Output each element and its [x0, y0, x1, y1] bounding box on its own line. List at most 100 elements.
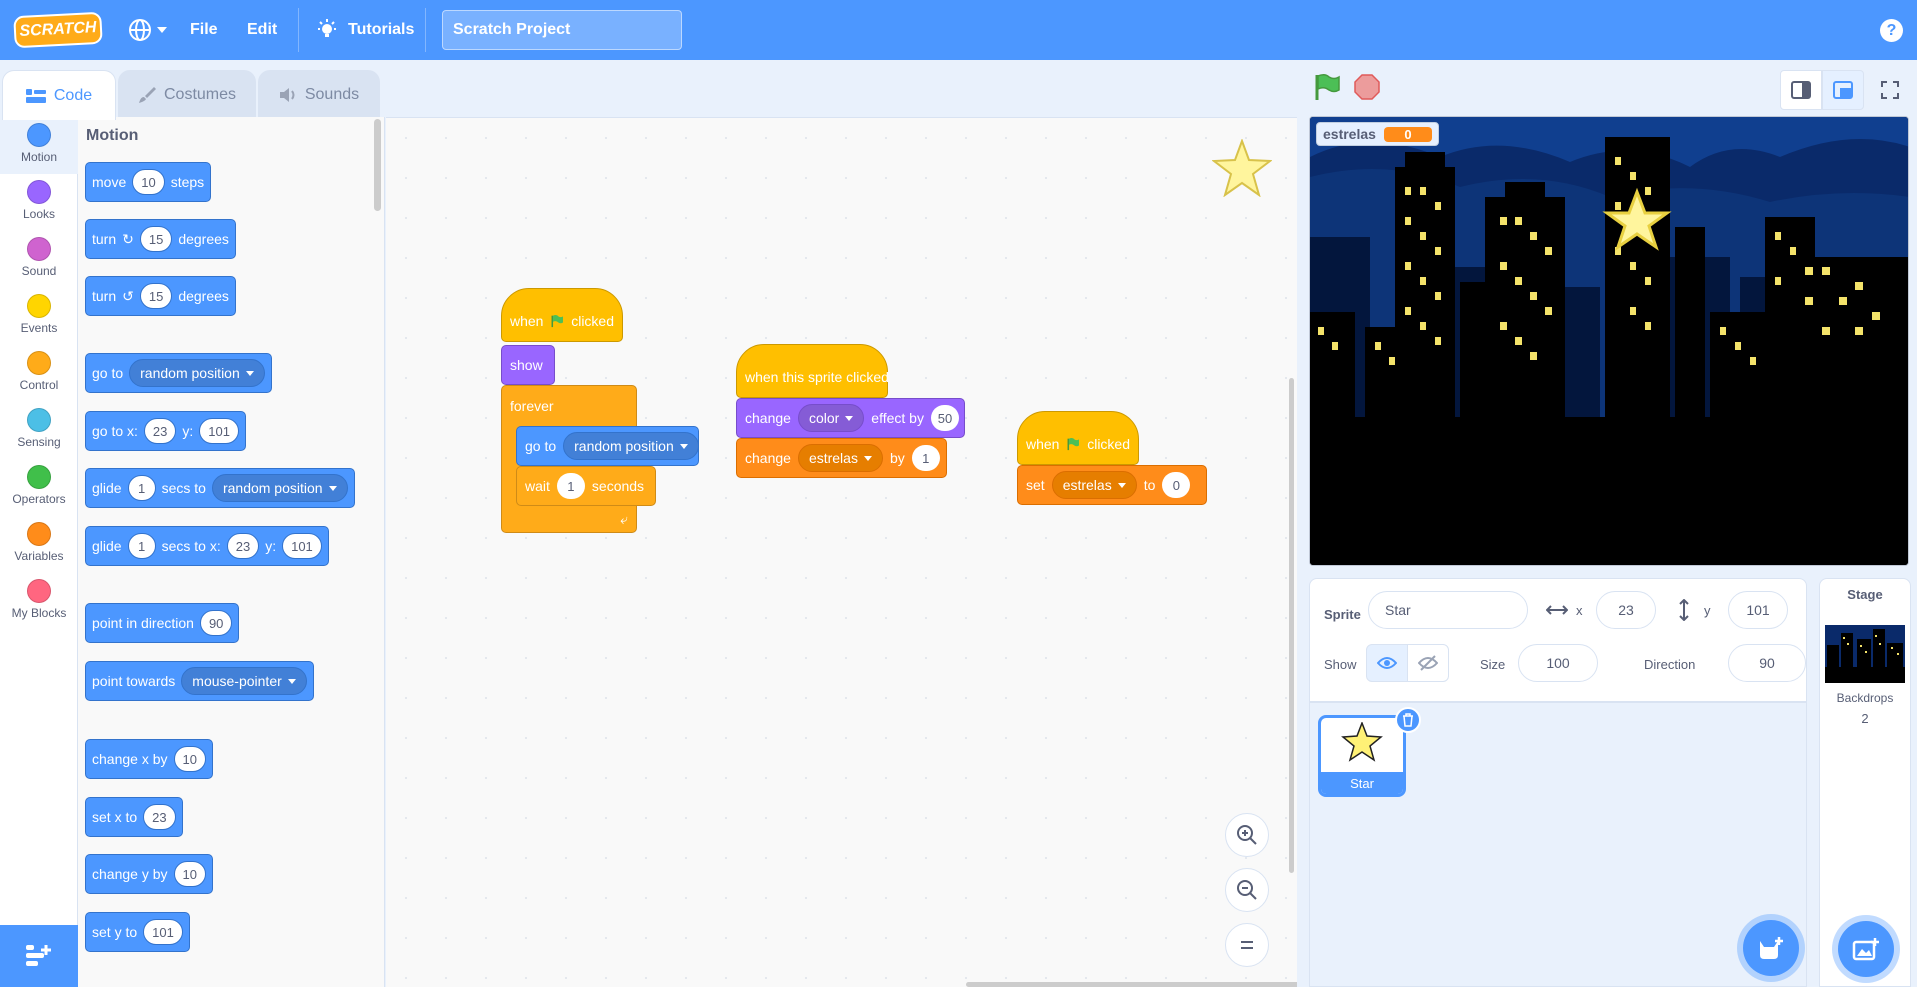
edit-menu[interactable]: Edit — [247, 0, 277, 60]
steps-input[interactable]: 10 — [132, 169, 165, 195]
y-input[interactable]: 101 — [1728, 591, 1788, 629]
change-y-block[interactable]: change y by 10 — [85, 854, 213, 894]
dropdown-label: estrelas — [808, 450, 858, 466]
when-flag-clicked-hat[interactable]: when clicked — [501, 288, 623, 342]
tab-costumes[interactable]: Costumes — [118, 70, 256, 118]
show-visible-button[interactable] — [1366, 644, 1408, 682]
variable-dropdown[interactable]: estrelas — [797, 444, 883, 472]
size-input[interactable]: 100 — [1518, 644, 1598, 682]
category-control[interactable]: Control — [0, 345, 78, 402]
help-button[interactable]: ? — [1880, 19, 1903, 42]
category-operators[interactable]: Operators — [0, 459, 78, 516]
go-to-xy-block[interactable]: go to x: 23 y: 101 — [85, 411, 246, 451]
target-dropdown[interactable]: mouse-pointer — [181, 667, 307, 695]
change-variable-block[interactable]: change estrelas by 1 — [736, 438, 947, 478]
value-input[interactable]: 101 — [143, 919, 183, 945]
variable-dropdown[interactable]: estrelas — [1051, 471, 1137, 499]
when-flag-clicked-hat[interactable]: when clicked — [1017, 411, 1139, 465]
tab-sounds[interactable]: Sounds — [258, 70, 380, 118]
y-input[interactable]: 101 — [199, 418, 239, 444]
move-block[interactable]: move 10 steps — [85, 162, 212, 202]
block-text: by — [889, 450, 905, 466]
point-towards-block[interactable]: point towards mouse-pointer — [85, 661, 314, 701]
category-variables[interactable]: Variables — [0, 516, 78, 573]
zoom-in-button[interactable] — [1225, 813, 1269, 857]
set-y-block[interactable]: set y to 101 — [85, 912, 190, 952]
chevron-down-icon — [157, 27, 167, 33]
seconds-input[interactable]: 1 — [556, 473, 585, 499]
large-stage-button[interactable] — [1822, 70, 1864, 110]
category-sound[interactable]: Sound — [0, 231, 78, 288]
scratch-logo[interactable]: SCRATCH — [13, 11, 103, 49]
variable-monitor[interactable]: estrelas 0 — [1316, 122, 1439, 146]
choose-sprite-button[interactable] — [1743, 920, 1799, 976]
horizontal-scrollbar[interactable] — [966, 982, 1297, 987]
vertical-scrollbar[interactable] — [1289, 378, 1294, 873]
degrees-input[interactable]: 15 — [139, 283, 173, 309]
add-extension-button[interactable] — [0, 925, 78, 987]
x-input[interactable]: 23 — [226, 533, 260, 559]
caret-down-icon — [245, 370, 254, 376]
fullscreen-button[interactable] — [1869, 70, 1911, 110]
small-stage-button[interactable] — [1780, 70, 1822, 110]
zoom-reset-button[interactable] — [1225, 923, 1269, 967]
go-to-block[interactable]: go to random position — [516, 426, 699, 466]
stage-canvas[interactable]: estrelas 0 — [1309, 116, 1909, 566]
project-title-input[interactable]: Scratch Project — [442, 10, 682, 50]
point-in-direction-block[interactable]: point in direction 90 — [85, 603, 240, 643]
show-hidden-button[interactable] — [1407, 644, 1449, 682]
set-variable-block[interactable]: set estrelas to 0 — [1017, 465, 1207, 505]
turn-left-block[interactable]: turn ↺ 15 degrees — [85, 276, 236, 316]
go-to-block[interactable]: go to random position — [85, 353, 272, 393]
category-events[interactable]: Events — [0, 288, 78, 345]
block-text: point in direction — [92, 615, 194, 631]
block-text: set — [1026, 477, 1045, 493]
language-menu[interactable] — [128, 0, 167, 60]
x-input[interactable]: 23 — [1596, 591, 1656, 629]
tutorials-button[interactable]: Tutorials — [316, 0, 414, 60]
zoom-out-button[interactable] — [1225, 868, 1269, 912]
stage-target-pane[interactable]: Stage Backdrops 2 — [1819, 578, 1911, 987]
when-sprite-clicked-hat[interactable]: when this sprite clicked — [736, 344, 889, 398]
wait-block[interactable]: wait 1 seconds — [516, 466, 656, 506]
direction-input[interactable]: 90 — [199, 610, 233, 636]
y-input[interactable]: 101 — [282, 533, 322, 559]
target-dropdown[interactable]: random position — [211, 474, 348, 502]
stop-button[interactable] — [1353, 73, 1381, 101]
show-block[interactable]: show — [501, 345, 555, 385]
choose-backdrop-button[interactable] — [1838, 921, 1894, 977]
file-menu[interactable]: File — [190, 0, 218, 60]
category-sensing[interactable]: Sensing — [0, 402, 78, 459]
value-input[interactable]: 23 — [143, 804, 176, 830]
change-value-input[interactable]: 1 — [911, 445, 940, 471]
value-input[interactable]: 10 — [173, 861, 206, 887]
category-looks[interactable]: Looks — [0, 174, 78, 231]
target-dropdown[interactable]: random position — [129, 359, 265, 387]
direction-input[interactable]: 90 — [1728, 644, 1806, 682]
glide-xy-block[interactable]: glide 1 secs to x: 23 y: 101 — [85, 526, 329, 566]
palette-scrollbar[interactable] — [374, 119, 381, 211]
glide-block[interactable]: glide 1 secs to random position — [85, 468, 355, 508]
category-motion[interactable]: Motion — [0, 117, 78, 174]
set-x-block[interactable]: set x to 23 — [85, 797, 183, 837]
effect-dropdown[interactable]: color — [797, 404, 865, 432]
effect-value-input[interactable]: 50 — [930, 405, 959, 431]
x-input[interactable]: 23 — [143, 418, 177, 444]
delete-sprite-button[interactable] — [1395, 707, 1421, 733]
script-workspace[interactable]: when clicked show forever ⤶ go to random po… — [386, 117, 1297, 987]
tab-code[interactable]: Code — [2, 70, 116, 120]
category-my-blocks[interactable]: My Blocks — [0, 573, 78, 630]
sprite-tile-star[interactable]: Star — [1318, 715, 1406, 797]
value-input[interactable]: 10 — [173, 746, 206, 772]
sprite-name-input[interactable]: Star — [1368, 591, 1528, 629]
set-value-input[interactable]: 0 — [1162, 472, 1191, 498]
secs-input[interactable]: 1 — [127, 475, 156, 501]
green-flag-button[interactable] — [1312, 72, 1342, 102]
block-text: y: — [182, 423, 194, 439]
change-x-block[interactable]: change x by 10 — [85, 739, 213, 779]
change-effect-block[interactable]: change color effect by 50 — [736, 398, 965, 438]
degrees-input[interactable]: 15 — [139, 226, 173, 252]
target-dropdown[interactable]: random position — [563, 432, 699, 460]
secs-input[interactable]: 1 — [127, 533, 156, 559]
turn-right-block[interactable]: turn ↻ 15 degrees — [85, 219, 236, 259]
